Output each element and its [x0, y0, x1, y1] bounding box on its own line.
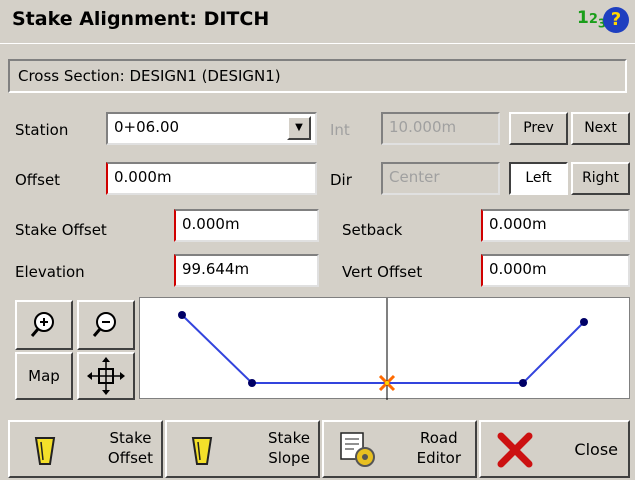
road-editor-icon	[340, 432, 375, 467]
interval-field: 10.000m	[381, 112, 500, 145]
stake-icon	[34, 437, 56, 465]
setback-field[interactable]: 0.000m	[481, 209, 630, 242]
next-button[interactable]: Next	[571, 112, 630, 145]
input-mode-indicator[interactable]: 123	[577, 8, 606, 30]
cross-section-plot	[178, 298, 588, 400]
zoom-in-button[interactable]	[15, 300, 73, 350]
station-dropdown[interactable]: 0+06.00	[106, 112, 317, 145]
road-editor-button[interactable]: Road Editor	[322, 420, 477, 478]
direction-field: Center	[381, 162, 500, 195]
offset-label: Offset	[15, 171, 61, 189]
setback-label: Setback	[342, 221, 403, 239]
zoom-extents-button[interactable]	[77, 352, 135, 400]
profile-point	[580, 318, 588, 326]
close-icon	[497, 432, 533, 468]
vert-offset-label: Vert Offset	[342, 263, 423, 281]
window-title: Stake Alignment: DITCH	[12, 8, 270, 30]
stake-offset-line1: Stake	[109, 429, 152, 447]
help-icon[interactable]: ?	[603, 7, 629, 33]
cross-section-view[interactable]	[139, 297, 630, 400]
zoom-extents-icon	[87, 357, 125, 395]
close-label: Close	[574, 440, 618, 459]
interval-label: Int	[330, 121, 350, 139]
stake-offset-button[interactable]: Stake Offset	[8, 420, 163, 478]
offset-field[interactable]: 0.000m	[106, 162, 317, 195]
chevron-down-icon[interactable]: ▼	[287, 116, 311, 140]
map-button[interactable]: Map	[15, 352, 73, 400]
left-button[interactable]: Left	[509, 162, 568, 195]
elevation-field[interactable]: 99.644m	[174, 254, 319, 287]
stake-offset-label: Stake Offset	[15, 221, 107, 239]
stake-icon	[191, 437, 213, 465]
profile-point	[178, 311, 186, 319]
road-editor-line2: Editor	[416, 449, 461, 467]
elevation-label: Elevation	[15, 263, 85, 281]
profile-point	[248, 379, 256, 387]
road-editor-line1: Road	[419, 429, 458, 447]
zoom-out-icon	[92, 312, 116, 337]
stake-offset-line2: Offset	[107, 449, 153, 467]
profile-point	[519, 379, 527, 387]
zoom-out-button[interactable]	[77, 300, 135, 350]
stake-slope-line1: Stake	[268, 429, 310, 447]
zoom-in-icon	[30, 312, 54, 337]
stake-offset-field[interactable]: 0.000m	[174, 209, 319, 242]
ditch-profile-line	[181, 314, 585, 384]
station-value: 0+06.00	[114, 118, 180, 136]
stake-slope-button[interactable]: Stake Slope	[165, 420, 320, 478]
vert-offset-field[interactable]: 0.000m	[481, 254, 630, 287]
prev-button[interactable]: Prev	[509, 112, 568, 145]
right-button[interactable]: Right	[571, 162, 630, 195]
stake-slope-line2: Slope	[268, 449, 310, 467]
direction-label: Dir	[330, 171, 352, 189]
cross-section-label: Cross Section: DESIGN1 (DESIGN1)	[8, 59, 627, 93]
close-button[interactable]: Close	[479, 420, 630, 478]
station-label: Station	[15, 121, 69, 139]
